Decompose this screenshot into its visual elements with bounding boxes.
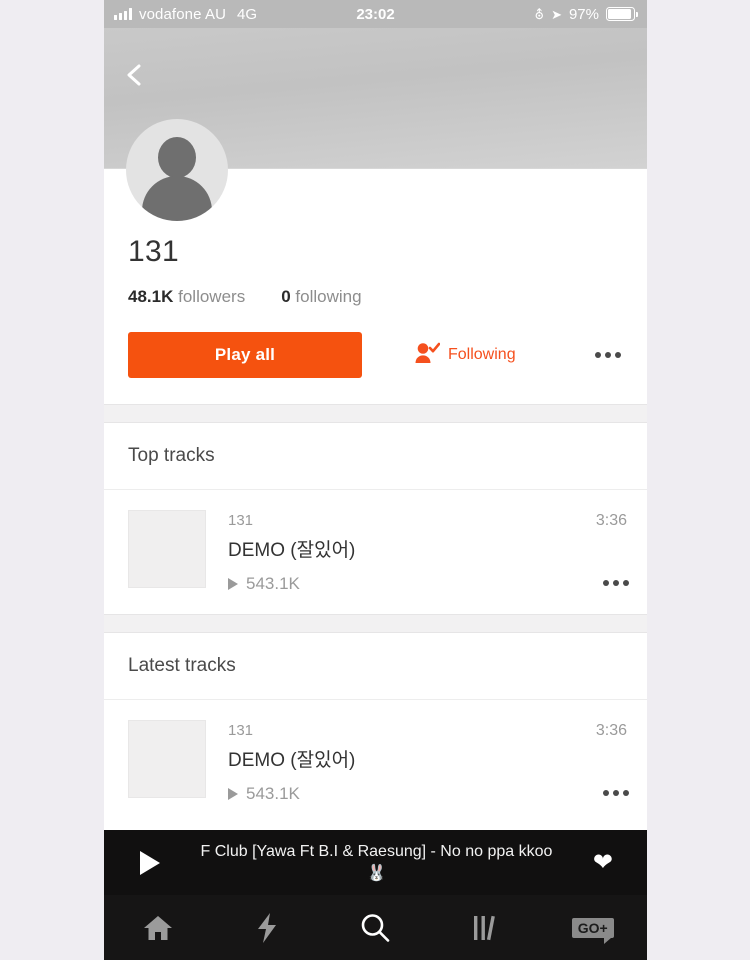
bottom-tab-bar: GO+	[104, 895, 647, 960]
tab-go-plus[interactable]: GO+	[538, 917, 647, 944]
track-more-icon[interactable]	[603, 580, 629, 586]
track-plays: 543.1K	[228, 784, 355, 804]
status-bar-right: ⛢ ➤ 97%	[534, 5, 638, 23]
profile-section: 131 48.1K followers 0 following Play all…	[104, 119, 647, 404]
track-plays: 543.1K	[228, 574, 355, 594]
track-title: DEMO (잘있어)	[228, 750, 356, 771]
play-triangle-icon	[228, 578, 238, 590]
table-row[interactable]: 131 DEMO (잘있어) 543.1K 3:36	[104, 490, 647, 614]
section-divider	[104, 404, 647, 423]
following-stat[interactable]: 0 following	[281, 287, 361, 307]
tab-stream[interactable]	[213, 912, 322, 944]
track-info: 131 DEMO (잘있어) 543.1K	[228, 510, 355, 594]
network-type-label: 4G	[237, 5, 258, 23]
following-button-label: Following	[448, 346, 516, 363]
play-triangle-icon	[228, 788, 238, 800]
tab-library[interactable]	[430, 913, 539, 943]
go-plus-icon: GO+	[571, 917, 614, 944]
battery-icon	[606, 7, 638, 21]
track-play-count: 543.1K	[246, 574, 300, 593]
status-bar-left: vodafone AU 4G	[114, 6, 257, 23]
library-icon	[470, 913, 498, 943]
following-button[interactable]: Following	[414, 342, 516, 369]
back-chevron-icon[interactable]	[122, 62, 148, 88]
phone-screen: vodafone AU 4G 23:02 ⛢ ➤ 97% 131 48.1K f…	[104, 0, 647, 960]
section-latest-tracks: Latest tracks 131 DEMO (잘있어) 543.1K 3:36	[104, 633, 647, 824]
default-avatar-icon[interactable]	[126, 119, 228, 221]
profile-actions: Play all Following	[104, 307, 647, 378]
lightning-bolt-icon	[255, 912, 279, 944]
profile-stats: 48.1K followers 0 following	[104, 269, 647, 307]
play-icon[interactable]	[140, 850, 160, 875]
track-artist: 131	[228, 722, 254, 739]
track-more-icon[interactable]	[603, 790, 629, 796]
now-playing-line1: F Club [Yawa Ft B.I & Raesung] - No no p…	[200, 842, 553, 860]
battery-percent-label: 97%	[568, 5, 599, 23]
avatar-head	[158, 137, 196, 178]
track-play-count: 543.1K	[246, 784, 300, 803]
play-all-button[interactable]: Play all	[128, 332, 362, 378]
track-artwork-placeholder	[128, 510, 206, 588]
followers-count: 48.1K	[128, 287, 174, 306]
following-label: following	[295, 287, 362, 306]
location-arrow-icon: ➤	[551, 6, 562, 22]
avatar-body	[142, 176, 212, 221]
following-count: 0	[281, 287, 291, 306]
home-icon	[142, 913, 174, 943]
carrier-label: vodafone AU	[139, 5, 226, 23]
section-title: Latest tracks	[104, 633, 647, 700]
profile-more-icon[interactable]	[589, 346, 627, 364]
search-icon	[359, 912, 391, 944]
now-playing-title: F Club [Yawa Ft B.I & Raesung] - No no p…	[160, 841, 593, 884]
mini-player[interactable]: F Club [Yawa Ft B.I & Raesung] - No no p…	[104, 830, 647, 895]
track-artist: 131	[228, 512, 254, 529]
tab-home[interactable]	[104, 913, 213, 943]
track-title: DEMO (잘있어)	[228, 540, 356, 561]
status-bar: vodafone AU 4G 23:02 ⛢ ➤ 97%	[104, 0, 647, 28]
track-info: 131 DEMO (잘있어) 543.1K	[228, 720, 355, 804]
section-top-tracks: Top tracks 131 DEMO (잘있어) 543.1K 3:36	[104, 423, 647, 614]
signal-bars-icon	[114, 8, 132, 20]
section-divider	[104, 614, 647, 633]
followers-stat[interactable]: 48.1K followers	[128, 287, 245, 307]
track-duration: 3:36	[595, 722, 627, 739]
now-playing-line2: 🐰	[366, 864, 387, 882]
followers-label: followers	[178, 287, 246, 306]
section-title: Top tracks	[104, 423, 647, 490]
table-row[interactable]: 131 DEMO (잘있어) 543.1K 3:36	[104, 700, 647, 824]
track-duration: 3:36	[595, 512, 627, 529]
heart-icon[interactable]: ❤	[593, 848, 613, 877]
rotation-lock-icon: ⛢	[534, 6, 545, 22]
track-artwork-placeholder	[128, 720, 206, 798]
tab-search[interactable]	[321, 912, 430, 944]
user-check-icon	[414, 342, 441, 369]
